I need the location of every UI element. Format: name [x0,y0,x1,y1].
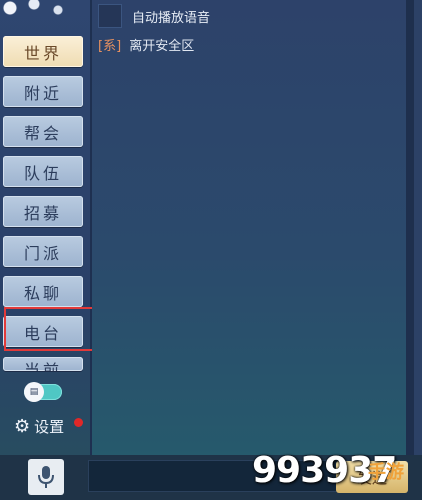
annotation-highlight-box [4,307,94,351]
watermark-sub: 手游 [368,462,404,483]
blossom-decoration [0,0,90,34]
chat-message: [系] 离开安全区 [98,35,194,54]
toggle-knob-icon: ▤ [24,382,44,402]
chat-panel: 自动播放语音 [系] 离开安全区 [92,0,414,460]
autoplay-label: 自动播放语音 [132,10,211,26]
scrollbar[interactable] [406,0,414,460]
message-text: 离开安全区 [129,39,195,54]
tab-private-chat[interactable]: 私聊 [3,276,83,307]
tab-team[interactable]: 队伍 [3,156,83,187]
microphone-icon [38,466,54,488]
autoplay-voice-option[interactable]: 自动播放语音 [98,4,210,28]
microphone-button[interactable] [28,459,64,495]
tab-world[interactable]: 世界 [3,36,83,67]
system-tag: [系] [98,39,122,54]
notification-dot [74,418,83,427]
settings-button[interactable]: ⚙ 设置 [14,416,64,437]
settings-label: 设置 [34,418,65,436]
tab-guild[interactable]: 帮会 [3,116,83,147]
voice-toggle[interactable]: ▤ [24,382,62,402]
autoplay-checkbox[interactable] [98,4,122,28]
channel-sidebar: 世界 附近 帮会 队伍 招募 门派 私聊 电台 当前 ▤ ⚙ 设置 [0,0,92,500]
tab-recruit[interactable]: 招募 [3,196,83,227]
tab-nearby[interactable]: 附近 [3,76,83,107]
gear-icon: ⚙ [14,416,31,437]
tab-sect[interactable]: 门派 [3,236,83,267]
tab-current[interactable]: 当前 [3,357,83,371]
